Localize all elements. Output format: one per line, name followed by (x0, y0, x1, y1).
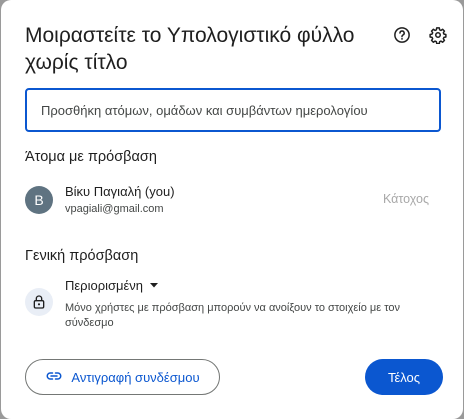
gear-icon[interactable] (428, 25, 448, 45)
lock-icon (25, 288, 53, 316)
general-access-value: Περιορισμένη (65, 277, 144, 293)
help-circle-icon[interactable] (392, 25, 412, 45)
people-with-access-title: Άτομα με πρόσβαση (25, 149, 157, 165)
avatar: B (25, 186, 53, 214)
done-button[interactable]: Τέλος (365, 359, 443, 395)
link-icon (45, 367, 63, 388)
person-email: vpagiali@gmail.com (65, 203, 164, 215)
copy-link-label: Αντιγραφή συνδέσμου (71, 369, 200, 385)
person-name: Βίκυ Παγιαλή (you) (65, 184, 175, 199)
copy-link-button[interactable]: Αντιγραφή συνδέσμου (25, 359, 220, 395)
general-access-title: Γενική πρόσβαση (25, 248, 139, 264)
dialog-title: Μοιραστείτε το Υπολογιστικό φύλλο χωρίς … (25, 24, 355, 74)
share-dialog: Μοιραστείτε το Υπολογιστικό φύλλο χωρίς … (1, 0, 463, 419)
chevron-down-icon (149, 278, 159, 293)
add-people-input[interactable] (25, 88, 441, 132)
person-role: Κάτοχος (383, 192, 429, 206)
general-access-description: Μόνο χρήστες με πρόσβαση μπορούν να ανοί… (65, 302, 400, 329)
general-access-dropdown[interactable]: Περιορισμένη (59, 274, 165, 296)
